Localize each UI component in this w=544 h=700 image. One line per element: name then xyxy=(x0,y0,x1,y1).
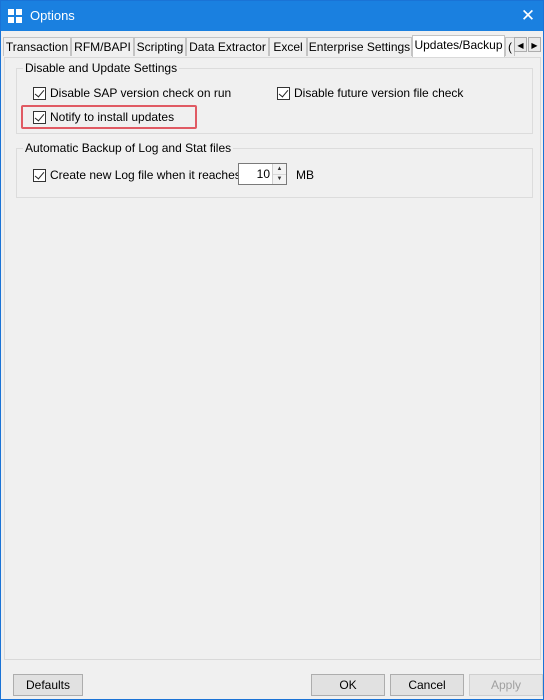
checkbox-label: Disable future version file check xyxy=(294,86,464,100)
tab-data-extractor[interactable]: Data Extractor xyxy=(186,37,269,56)
tab-rfm-bapi[interactable]: RFM/BAPI xyxy=(71,37,134,56)
tab-excel[interactable]: Excel xyxy=(269,37,307,56)
scroll-left-icon[interactable]: ◀ xyxy=(514,37,527,52)
tab-scripting[interactable]: Scripting xyxy=(134,37,186,56)
log-size-value[interactable]: 10 xyxy=(239,164,272,184)
tab-updates-backup[interactable]: Updates/Backup xyxy=(412,35,505,57)
options-window: Options ✕ Transaction RFM/BAPI Scripting… xyxy=(0,0,544,700)
close-icon[interactable]: ✕ xyxy=(513,1,543,31)
group-title: Disable and Update Settings xyxy=(23,61,180,75)
grid-app-icon xyxy=(8,9,22,23)
log-size-spinner[interactable]: 10 ▲ ▼ xyxy=(238,163,287,185)
create-new-log-checkbox[interactable]: Create new Log file when it reaches xyxy=(33,167,241,183)
checkbox-checked-icon xyxy=(33,168,46,182)
tab-enterprise-settings[interactable]: Enterprise Settings xyxy=(307,37,412,56)
group-title: Automatic Backup of Log and Stat files xyxy=(23,141,234,155)
spin-down-icon[interactable]: ▼ xyxy=(273,174,286,184)
disable-future-version-check-checkbox[interactable]: Disable future version file check xyxy=(277,85,463,101)
checkbox-checked-icon xyxy=(277,86,290,100)
checkbox-label: Create new Log file when it reaches xyxy=(50,168,241,182)
highlight-box xyxy=(21,105,197,129)
disable-sap-version-check-checkbox[interactable]: Disable SAP version check on run xyxy=(33,85,231,101)
checkbox-label: Disable SAP version check on run xyxy=(50,86,232,100)
scroll-right-icon[interactable]: ▶ xyxy=(528,37,541,52)
unit-label: MB xyxy=(296,168,314,182)
checkbox-checked-icon xyxy=(33,86,46,100)
spinner-buttons: ▲ ▼ xyxy=(272,164,286,184)
tab-strip: Transaction RFM/BAPI Scripting Data Extr… xyxy=(3,35,543,57)
cancel-button[interactable]: Cancel xyxy=(390,674,464,696)
window-title: Options xyxy=(30,8,75,23)
title-bar[interactable]: Options ✕ xyxy=(1,1,543,31)
defaults-button[interactable]: Defaults xyxy=(13,674,83,696)
ok-button[interactable]: OK xyxy=(311,674,385,696)
tab-transaction[interactable]: Transaction xyxy=(3,37,71,56)
apply-button[interactable]: Apply xyxy=(469,674,543,696)
